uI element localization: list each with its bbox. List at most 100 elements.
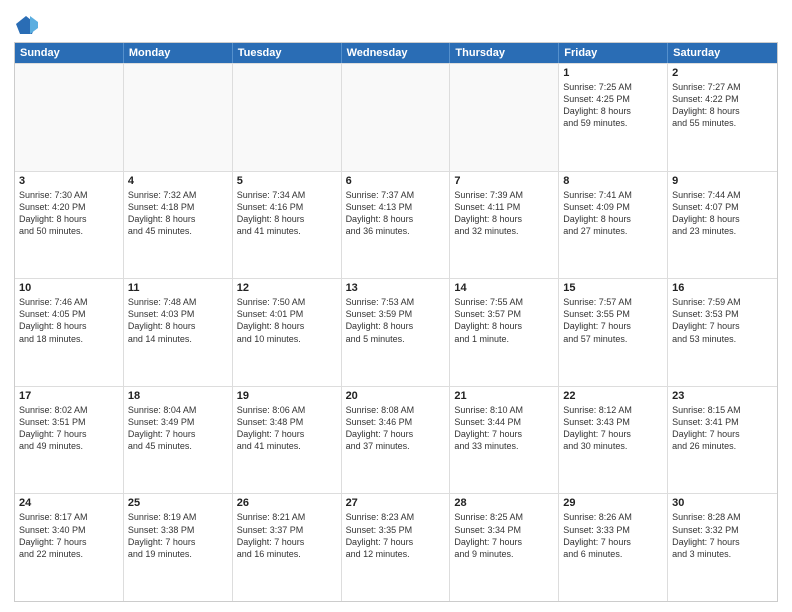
calendar-cell: 8Sunrise: 7:41 AM Sunset: 4:09 PM Daylig…: [559, 172, 668, 279]
day-info: Sunrise: 7:27 AM Sunset: 4:22 PM Dayligh…: [672, 81, 773, 130]
calendar-cell: 25 Sunrise: 8:19 AM Sunset: 3:38 PM Dayli…: [124, 494, 233, 601]
calendar-cell: [124, 64, 233, 171]
calendar-row-5: 24 Sunrise: 8:17 AM Sunset: 3:40 PM Dayli…: [15, 493, 777, 601]
calendar: SundayMondayTuesdayWednesdayThursdayFrid…: [14, 42, 778, 602]
calendar-cell: [342, 64, 451, 171]
header-day-thursday: Thursday: [450, 43, 559, 63]
day-info: Sunrise: 7:25 AM Sunset: 4:25 PM Dayligh…: [563, 81, 663, 130]
day-number: 1: [563, 67, 663, 79]
day-info: Sunrise: 8:17 AM Sunset: 3:40 PM Dayligh…: [19, 511, 119, 560]
logo-icon: [16, 14, 38, 36]
calendar-row-1: 1 Sunrise: 7:25 AM Sunset: 4:25 PM Daylig…: [15, 63, 777, 171]
header-day-tuesday: Tuesday: [233, 43, 342, 63]
calendar-cell: 21Sunrise: 8:10 AM Sunset: 3:44 PM Dayli…: [450, 387, 559, 494]
calendar-cell: 9 Sunrise: 7:44 AM Sunset: 4:07 PM Daylig…: [668, 172, 777, 279]
day-info: Sunrise: 8:06 AM Sunset: 3:48 PM Dayligh…: [237, 404, 337, 453]
day-number: 29: [563, 497, 663, 509]
day-info: Sunrise: 7:37 AM Sunset: 4:13 PM Dayligh…: [346, 189, 446, 238]
day-info: Sunrise: 8:23 AM Sunset: 3:35 PM Dayligh…: [346, 511, 446, 560]
day-number: 3: [19, 175, 119, 187]
day-info: Sunrise: 7:48 AM Sunset: 4:03 PM Dayligh…: [128, 296, 228, 345]
day-info: Sunrise: 8:19 AM Sunset: 3:38 PM Dayligh…: [128, 511, 228, 560]
day-info: Sunrise: 7:59 AM Sunset: 3:53 PM Dayligh…: [672, 296, 773, 345]
calendar-cell: 12 Sunrise: 7:50 AM Sunset: 4:01 PM Dayli…: [233, 279, 342, 386]
day-info: Sunrise: 7:30 AM Sunset: 4:20 PM Dayligh…: [19, 189, 119, 238]
day-info: Sunrise: 8:10 AM Sunset: 3:44 PM Dayligh…: [454, 404, 554, 453]
day-number: 30: [672, 497, 773, 509]
calendar-cell: 19 Sunrise: 8:06 AM Sunset: 3:48 PM Dayli…: [233, 387, 342, 494]
day-number: 15: [563, 282, 663, 294]
day-number: 7: [454, 175, 554, 187]
day-number: 25: [128, 497, 228, 509]
calendar-cell: 10 Sunrise: 7:46 AM Sunset: 4:05 PM Dayli…: [15, 279, 124, 386]
calendar-cell: 20 Sunrise: 8:08 AM Sunset: 3:46 PM Dayli…: [342, 387, 451, 494]
header-day-wednesday: Wednesday: [342, 43, 451, 63]
day-info: Sunrise: 7:55 AM Sunset: 3:57 PM Dayligh…: [454, 296, 554, 345]
calendar-cell: 13 Sunrise: 7:53 AM Sunset: 3:59 PM Dayli…: [342, 279, 451, 386]
calendar-cell: 27Sunrise: 8:23 AM Sunset: 3:35 PM Dayli…: [342, 494, 451, 601]
calendar-cell: 22Sunrise: 8:12 AM Sunset: 3:43 PM Dayli…: [559, 387, 668, 494]
day-info: Sunrise: 7:32 AM Sunset: 4:18 PM Dayligh…: [128, 189, 228, 238]
calendar-cell: 17 Sunrise: 8:02 AM Sunset: 3:51 PM Dayli…: [15, 387, 124, 494]
calendar-cell: 11 Sunrise: 7:48 AM Sunset: 4:03 PM Dayli…: [124, 279, 233, 386]
day-info: Sunrise: 7:50 AM Sunset: 4:01 PM Dayligh…: [237, 296, 337, 345]
day-info: Sunrise: 8:26 AM Sunset: 3:33 PM Dayligh…: [563, 511, 663, 560]
day-number: 12: [237, 282, 337, 294]
calendar-cell: 29 Sunrise: 8:26 AM Sunset: 3:33 PM Dayli…: [559, 494, 668, 601]
day-info: Sunrise: 7:57 AM Sunset: 3:55 PM Dayligh…: [563, 296, 663, 345]
calendar-cell: 14 Sunrise: 7:55 AM Sunset: 3:57 PM Dayli…: [450, 279, 559, 386]
day-number: 18: [128, 390, 228, 402]
day-info: Sunrise: 8:02 AM Sunset: 3:51 PM Dayligh…: [19, 404, 119, 453]
day-number: 6: [346, 175, 446, 187]
calendar-cell: 28 Sunrise: 8:25 AM Sunset: 3:34 PM Dayli…: [450, 494, 559, 601]
day-number: 26: [237, 497, 337, 509]
calendar-cell: 30 Sunrise: 8:28 AM Sunset: 3:32 PM Dayli…: [668, 494, 777, 601]
calendar-cell: 16 Sunrise: 7:59 AM Sunset: 3:53 PM Dayli…: [668, 279, 777, 386]
day-number: 10: [19, 282, 119, 294]
calendar-cell: 6 Sunrise: 7:37 AM Sunset: 4:13 PM Daylig…: [342, 172, 451, 279]
day-number: 17: [19, 390, 119, 402]
calendar-cell: 3 Sunrise: 7:30 AM Sunset: 4:20 PM Daylig…: [15, 172, 124, 279]
day-number: 11: [128, 282, 228, 294]
day-info: Sunrise: 8:25 AM Sunset: 3:34 PM Dayligh…: [454, 511, 554, 560]
page-header: [14, 10, 778, 36]
day-number: 23: [672, 390, 773, 402]
day-number: 28: [454, 497, 554, 509]
calendar-body: 1 Sunrise: 7:25 AM Sunset: 4:25 PM Daylig…: [15, 63, 777, 601]
day-number: 13: [346, 282, 446, 294]
day-number: 5: [237, 175, 337, 187]
header-day-monday: Monday: [124, 43, 233, 63]
calendar-cell: 1 Sunrise: 7:25 AM Sunset: 4:25 PM Daylig…: [559, 64, 668, 171]
day-info: Sunrise: 8:28 AM Sunset: 3:32 PM Dayligh…: [672, 511, 773, 560]
calendar-cell: 7 Sunrise: 7:39 AM Sunset: 4:11 PM Daylig…: [450, 172, 559, 279]
day-number: 14: [454, 282, 554, 294]
day-number: 19: [237, 390, 337, 402]
calendar-cell: 24 Sunrise: 8:17 AM Sunset: 3:40 PM Dayli…: [15, 494, 124, 601]
calendar-row-2: 3 Sunrise: 7:30 AM Sunset: 4:20 PM Daylig…: [15, 171, 777, 279]
day-number: 9: [672, 175, 773, 187]
day-info: Sunrise: 8:15 AM Sunset: 3:41 PM Dayligh…: [672, 404, 773, 453]
calendar-cell: 15 Sunrise: 7:57 AM Sunset: 3:55 PM Dayli…: [559, 279, 668, 386]
day-info: Sunrise: 8:08 AM Sunset: 3:46 PM Dayligh…: [346, 404, 446, 453]
day-info: Sunrise: 7:53 AM Sunset: 3:59 PM Dayligh…: [346, 296, 446, 345]
day-info: Sunrise: 7:46 AM Sunset: 4:05 PM Dayligh…: [19, 296, 119, 345]
day-info: Sunrise: 7:44 AM Sunset: 4:07 PM Dayligh…: [672, 189, 773, 238]
header-day-saturday: Saturday: [668, 43, 777, 63]
calendar-cell: [15, 64, 124, 171]
calendar-cell: 18 Sunrise: 8:04 AM Sunset: 3:49 PM Dayli…: [124, 387, 233, 494]
day-info: Sunrise: 8:04 AM Sunset: 3:49 PM Dayligh…: [128, 404, 228, 453]
day-number: 20: [346, 390, 446, 402]
day-number: 2: [672, 67, 773, 79]
calendar-row-4: 17 Sunrise: 8:02 AM Sunset: 3:51 PM Dayli…: [15, 386, 777, 494]
day-number: 16: [672, 282, 773, 294]
calendar-cell: 5Sunrise: 7:34 AM Sunset: 4:16 PM Daylig…: [233, 172, 342, 279]
day-info: Sunrise: 7:39 AM Sunset: 4:11 PM Dayligh…: [454, 189, 554, 238]
calendar-cell: 23 Sunrise: 8:15 AM Sunset: 3:41 PM Dayli…: [668, 387, 777, 494]
day-info: Sunrise: 8:21 AM Sunset: 3:37 PM Dayligh…: [237, 511, 337, 560]
day-number: 4: [128, 175, 228, 187]
logo: [14, 14, 38, 36]
calendar-row-3: 10 Sunrise: 7:46 AM Sunset: 4:05 PM Dayli…: [15, 278, 777, 386]
day-number: 8: [563, 175, 663, 187]
calendar-cell: 2 Sunrise: 7:27 AM Sunset: 4:22 PM Daylig…: [668, 64, 777, 171]
day-number: 24: [19, 497, 119, 509]
